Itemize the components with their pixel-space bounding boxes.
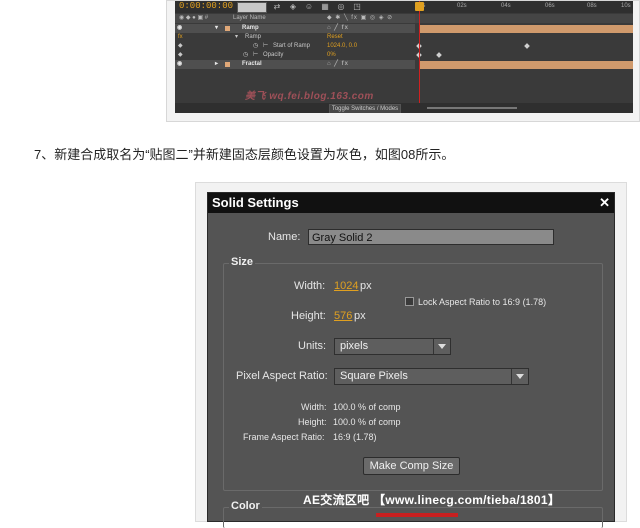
forum-watermark: AE交流区吧 【www.linecg.com/tieba/1801】	[303, 493, 561, 507]
make-comp-size-button[interactable]: Make Comp Size	[363, 457, 460, 475]
pixel-aspect-value: Square Pixels	[340, 370, 408, 382]
pixel-aspect-dropdown[interactable]: Square Pixels	[334, 368, 529, 385]
playhead-line[interactable]	[419, 1, 420, 113]
layer-switches-icon[interactable]: ⌂ ╱ fx	[327, 24, 349, 33]
name-field[interactable]: Gray Solid 2	[308, 229, 554, 245]
playhead-handle[interactable]	[415, 2, 424, 11]
frame-aspect-label: Frame Aspect Ratio:	[243, 432, 325, 442]
keyframe-marker[interactable]	[436, 52, 442, 58]
layer-switches-icon: ◆ ✱ ╲ fx ▣ ◎ ◈ ⊘	[327, 15, 394, 21]
expand-triangle-icon[interactable]: ▸	[215, 60, 218, 69]
pixel-aspect-label: Pixel Aspect Ratio:	[236, 370, 328, 382]
timeline-screenshot: 0:00:00:00 ⇄ ◈ ☺ ▦ ◎ ◳ ◉ ◆ ● ▣ # Layer N…	[166, 0, 640, 122]
search-input[interactable]	[237, 2, 267, 13]
comp-flow-icon[interactable]: ⇄	[271, 2, 283, 11]
fx-icon: fx	[178, 34, 183, 40]
chevron-down-icon	[433, 339, 450, 354]
units-dropdown[interactable]: pixels	[334, 338, 451, 355]
motion-blur-icon[interactable]: ◎	[335, 2, 347, 11]
ruler-tick: 04s	[501, 3, 511, 9]
layer-duration-bar[interactable]	[419, 61, 633, 69]
layer-name[interactable]: Ramp	[242, 24, 259, 33]
color-group: Color	[223, 500, 603, 528]
layer-bars	[415, 23, 633, 113]
color-group-title: Color	[229, 500, 262, 512]
ruler-tick: 02s	[457, 3, 467, 9]
height-value[interactable]: 576	[334, 310, 352, 322]
expand-triangle-icon[interactable]: ▾	[215, 24, 218, 33]
property-name: Opacity	[263, 52, 284, 58]
ruler-tick: 10s	[621, 3, 631, 9]
keyframe-marker[interactable]	[524, 43, 530, 49]
graph-icon: ⊢	[263, 43, 269, 49]
color-swatch-edge[interactable]	[376, 513, 458, 517]
work-area-bar[interactable]	[415, 14, 633, 23]
graph-icon: ⊢	[253, 52, 259, 58]
layer-row[interactable]: ◉ ▾ Ramp ⌂ ╱ fx	[175, 24, 415, 33]
shy-icon[interactable]: ☺	[303, 2, 315, 11]
height-unit: px	[354, 310, 366, 322]
step-caption: 7、新建合成取名为“贴图二”并新建固态层颜色设置为灰色，如图08所示。	[34, 147, 455, 162]
info-width-value: 100.0 % of comp	[333, 402, 401, 412]
layer-switches-icon[interactable]: ⌂ ╱ fx	[327, 60, 349, 69]
width-unit: px	[360, 280, 372, 292]
expand-triangle-icon[interactable]: ▾	[235, 33, 238, 42]
time-ruler[interactable]: 0s 02s 04s 06s 08s 10s	[415, 1, 633, 13]
timeline-footer: Toggle Switches / Modes	[175, 103, 633, 113]
watermark-text: 美飞 wq.fei.blog.163.com	[245, 91, 374, 102]
chevron-down-icon	[511, 369, 528, 384]
layer-name-column[interactable]: Layer Name	[233, 14, 266, 23]
property-row[interactable]: ◆ ◷ ⊢ Opacity 0%	[175, 51, 415, 60]
layer-duration-bar[interactable]	[419, 25, 633, 33]
info-height-value: 100.0 % of comp	[333, 417, 401, 427]
label-swatch[interactable]	[225, 26, 230, 31]
solid-settings-dialog: Solid Settings ✕ Name: Gray Solid 2 Size…	[207, 192, 615, 528]
graph-editor-icon[interactable]: ◳	[351, 2, 363, 11]
effect-reset-link[interactable]: Reset	[327, 33, 343, 42]
toggle-switches-button[interactable]: Toggle Switches / Modes	[329, 104, 401, 113]
name-label: Name:	[268, 231, 301, 243]
eye-icon[interactable]: ◉	[177, 24, 182, 33]
effect-name[interactable]: Ramp	[245, 33, 261, 42]
dialog-title: Solid Settings	[212, 195, 299, 210]
timeline-panel: 0:00:00:00 ⇄ ◈ ☺ ▦ ◎ ◳ ◉ ◆ ● ▣ # Layer N…	[175, 1, 633, 113]
property-value[interactable]: 0%	[327, 51, 336, 60]
property-row[interactable]: ◆ ◷ ⊢ Start of Ramp 1024.0, 0.0	[175, 42, 415, 51]
width-value[interactable]: 1024	[334, 280, 358, 292]
property-value[interactable]: 1024.0, 0.0	[327, 42, 357, 51]
lock-aspect-label[interactable]: Lock Aspect Ratio to 16:9 (1.78)	[418, 297, 546, 307]
timecode[interactable]: 0:00:00:00	[179, 1, 233, 11]
layer-header: ◉ ◆ ● ▣ # Layer Name ◆ ✱ ╲ fx ▣ ◎ ◈ ⊘	[175, 14, 415, 23]
property-name: Start of Ramp	[273, 43, 311, 49]
width-label: Width:	[294, 280, 326, 292]
layer-name[interactable]: Fractal	[242, 60, 262, 69]
height-label: Height:	[291, 310, 326, 322]
ruler-tick: 06s	[545, 3, 555, 9]
keyframe-nav-icon[interactable]: ◆	[178, 42, 183, 51]
frame-aspect-value: 16:9 (1.78)	[333, 432, 377, 442]
eye-icon[interactable]: ◉	[177, 60, 182, 69]
layer-row[interactable]: ◉ ▸ Fractal ⌂ ╱ fx	[175, 60, 415, 69]
info-height-label: Height:	[298, 417, 327, 427]
frame-blend-icon[interactable]: ▦	[319, 2, 331, 11]
units-label: Units:	[298, 340, 327, 352]
info-width-label: Width:	[301, 402, 327, 412]
stopwatch-icon[interactable]: ◷	[253, 42, 258, 51]
av-switches-icon: ◉ ◆ ● ▣ #	[179, 15, 209, 21]
effect-row[interactable]: fx ▾ Ramp Reset	[175, 33, 415, 42]
draft-3d-icon[interactable]: ◈	[287, 2, 299, 11]
label-swatch[interactable]	[225, 62, 230, 67]
ruler-tick: 08s	[587, 3, 597, 9]
dialog-titlebar[interactable]: Solid Settings ✕	[208, 193, 614, 213]
units-value: pixels	[340, 340, 369, 352]
zoom-slider[interactable]	[427, 107, 517, 109]
stopwatch-icon[interactable]: ◷	[243, 51, 248, 60]
keyframe-nav-icon[interactable]: ◆	[178, 51, 183, 60]
lock-aspect-checkbox[interactable]	[405, 297, 414, 306]
size-group-title: Size	[229, 256, 256, 268]
close-icon[interactable]: ✕	[599, 193, 610, 213]
